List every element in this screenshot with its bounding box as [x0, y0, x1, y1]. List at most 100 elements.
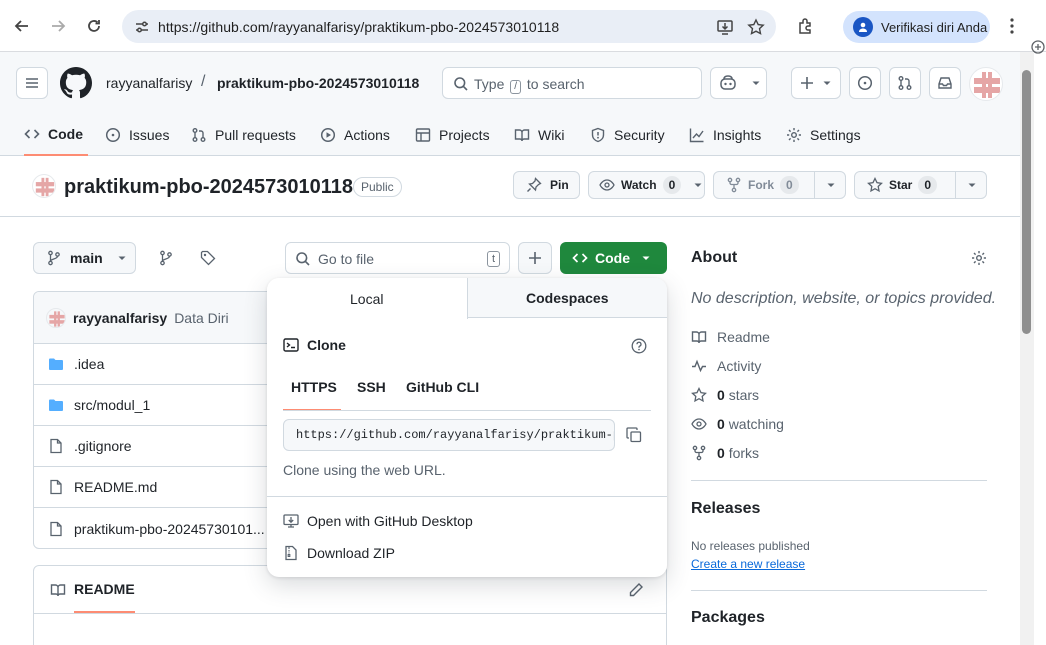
inbox-button[interactable]: [929, 67, 961, 99]
arrow-left-icon: [14, 20, 28, 32]
folder-icon: [49, 358, 63, 370]
copy-icon[interactable]: [626, 427, 642, 443]
star-button[interactable]: Star 0: [854, 171, 987, 199]
header-owner-link[interactable]: rayyanalfarisy: [106, 75, 192, 91]
site-settings-icon[interactable]: [134, 19, 150, 35]
file-name[interactable]: .idea: [74, 356, 104, 372]
readme-tab[interactable]: README: [74, 567, 135, 613]
about-activity-link[interactable]: Activity: [691, 358, 761, 374]
protocol-tab-https[interactable]: HTTPS: [291, 379, 337, 395]
folder-icon: [49, 399, 63, 411]
tab-security[interactable]: Security: [590, 114, 665, 156]
copilot-button[interactable]: [710, 67, 767, 99]
create-release-link[interactable]: Create a new release: [691, 557, 805, 571]
issues-header-button[interactable]: [849, 67, 881, 99]
pull-requests-header-button[interactable]: [889, 67, 921, 99]
clone-url-field[interactable]: https://github.com/rayyanalfarisy/prakti…: [283, 419, 615, 451]
create-new-button[interactable]: [791, 67, 841, 99]
browser-menu-icon[interactable]: [1004, 17, 1020, 35]
commit-author[interactable]: rayyanalfarisy: [73, 310, 167, 326]
tags-link[interactable]: [194, 242, 222, 274]
file-row[interactable]: .idea: [34, 344, 292, 385]
gear-icon[interactable]: [971, 250, 987, 266]
file-name[interactable]: .gitignore: [74, 438, 132, 454]
file-name[interactable]: README.md: [74, 479, 157, 495]
sidebar-divider: [691, 480, 987, 481]
hamburger-menu-button[interactable]: [16, 67, 48, 99]
tab-insights[interactable]: Insights: [689, 114, 761, 156]
install-app-icon[interactable]: [716, 18, 734, 36]
packages-title[interactable]: Packages: [691, 609, 765, 627]
about-readme-link[interactable]: Readme: [691, 329, 770, 345]
search-input[interactable]: Type / to search: [442, 67, 702, 99]
file-row[interactable]: src/modul_1: [34, 385, 292, 426]
desktop-download-icon: [283, 514, 299, 528]
about-forks-link[interactable]: 0 forks: [691, 445, 759, 461]
protocol-tab-ssh[interactable]: SSH: [357, 379, 386, 395]
watch-count: 0: [662, 176, 682, 194]
open-desktop-item[interactable]: Open with GitHub Desktop: [283, 513, 473, 529]
protocol-divider: [283, 410, 651, 411]
back-button[interactable]: [10, 14, 34, 38]
commit-author-avatar[interactable]: [46, 307, 66, 328]
question-icon[interactable]: [631, 338, 647, 354]
tab-actions[interactable]: Actions: [320, 114, 390, 156]
add-file-button[interactable]: [518, 242, 552, 274]
user-avatar[interactable]: [969, 67, 1003, 101]
branch-selector[interactable]: main: [33, 242, 136, 274]
file-name[interactable]: src/modul_1: [74, 397, 150, 413]
repo-owner-avatar[interactable]: [32, 174, 56, 198]
pencil-icon[interactable]: [628, 582, 644, 598]
tab-pull-requests[interactable]: Pull requests: [191, 114, 296, 156]
bookmark-star-icon[interactable]: [747, 18, 765, 36]
file-name[interactable]: praktikum-pbo-20245730101...: [74, 521, 265, 537]
protocol-tab-cli[interactable]: GitHub CLI: [406, 379, 479, 395]
tab-code[interactable]: Code: [24, 114, 88, 156]
branches-link[interactable]: [152, 242, 180, 274]
latest-commit-row: rayyanalfarisy Data Diri: [34, 292, 292, 344]
about-watching-link[interactable]: 0 watching: [691, 416, 784, 432]
watch-button[interactable]: Watch 0: [588, 171, 705, 199]
scrollbar-thumb[interactable]: [1022, 70, 1031, 334]
tab-local[interactable]: Local: [267, 278, 468, 319]
file-row[interactable]: .gitignore: [34, 426, 292, 467]
extensions-icon[interactable]: [797, 17, 815, 35]
file-row[interactable]: praktikum-pbo-20245730101...: [34, 508, 292, 548]
profile-verify-button[interactable]: Verifikasi diri Anda: [843, 11, 990, 43]
pin-button[interactable]: Pin: [513, 171, 580, 199]
tab-issues[interactable]: Issues: [105, 114, 169, 156]
fork-icon: [692, 445, 706, 461]
code-icon: [572, 253, 588, 263]
file-row[interactable]: README.md: [34, 467, 292, 508]
tab-codespaces[interactable]: Codespaces: [467, 278, 667, 317]
about-title: About: [691, 249, 738, 266]
github-logo-icon[interactable]: [60, 67, 92, 99]
address-bar-url[interactable]: https://github.com/rayyanalfarisy/prakti…: [158, 19, 559, 35]
repo-title[interactable]: praktikum-pbo-2024573010118: [64, 176, 353, 199]
go-to-file-input[interactable]: Go to file t: [285, 242, 510, 274]
pin-icon: [527, 177, 542, 192]
inbox-icon: [938, 77, 952, 89]
plus-icon: [801, 77, 813, 89]
search-placeholder: Type / to search: [474, 76, 585, 94]
chevron-down-icon: [694, 183, 702, 187]
star-icon: [691, 387, 707, 403]
forward-button[interactable]: [46, 14, 70, 38]
code-button[interactable]: Code: [560, 242, 667, 274]
play-icon: [320, 127, 336, 143]
eye-icon: [691, 418, 707, 430]
releases-title[interactable]: Releases: [691, 500, 760, 518]
tab-settings[interactable]: Settings: [786, 114, 861, 156]
about-stars-link[interactable]: 0 stars: [691, 387, 759, 403]
address-bar[interactable]: https://github.com/rayyanalfarisy/prakti…: [122, 10, 776, 43]
reload-button[interactable]: [82, 14, 106, 38]
go-to-file-shortcut: t: [487, 251, 501, 267]
tab-projects[interactable]: Projects: [415, 114, 490, 156]
header-repo-link[interactable]: praktikum-pbo-2024573010118: [217, 75, 419, 91]
issue-icon: [105, 127, 121, 143]
tab-wiki[interactable]: Wiki: [514, 114, 564, 156]
fork-button[interactable]: Fork 0: [713, 171, 846, 199]
commit-message[interactable]: Data Diri: [174, 310, 228, 326]
download-zip-item[interactable]: Download ZIP: [283, 545, 395, 561]
eye-icon: [599, 179, 615, 191]
